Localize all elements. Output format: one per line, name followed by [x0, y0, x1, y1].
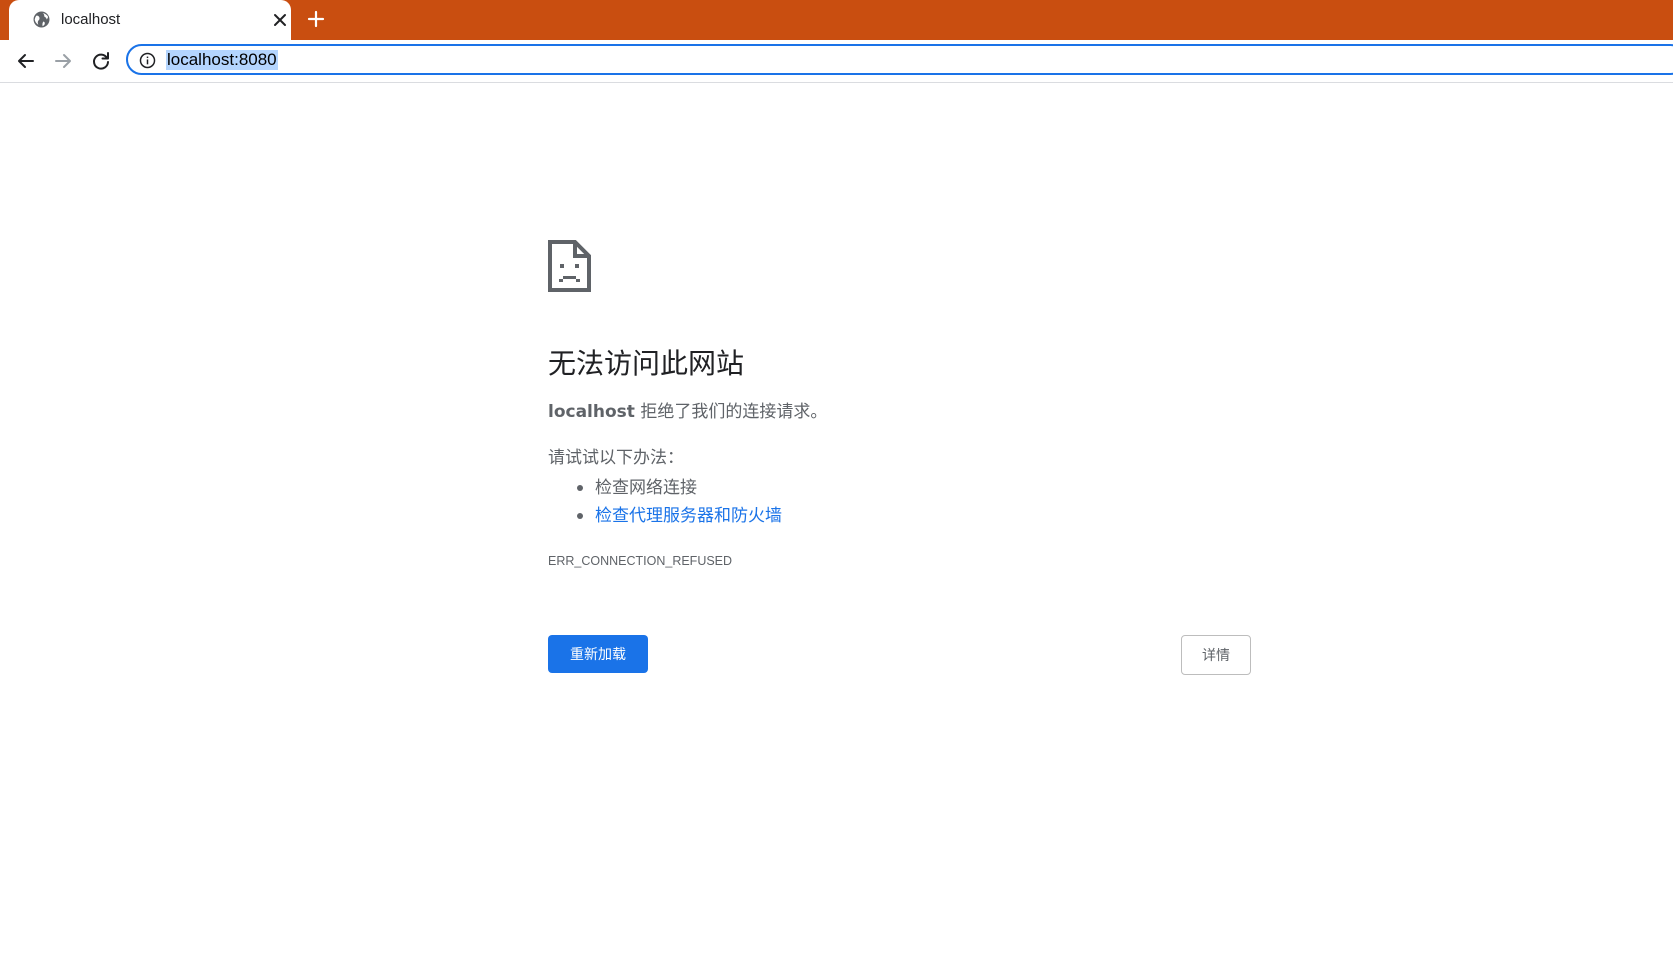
reload-button[interactable]: 重新加载	[548, 635, 648, 673]
error-heading: 无法访问此网站	[548, 347, 745, 380]
suggestion-check-proxy-link[interactable]: 检查代理服务器和防火墙	[595, 506, 782, 526]
suggestions-list: 检查网络连接 检查代理服务器和防火墙	[548, 474, 782, 530]
plus-icon[interactable]	[305, 8, 327, 30]
reload-icon[interactable]	[89, 49, 113, 73]
tab-strip: localhost	[0, 0, 1673, 40]
browser-toolbar: localhost:8080	[0, 40, 1673, 83]
details-button[interactable]: 详情	[1181, 635, 1251, 675]
tab-title: localhost	[61, 11, 121, 28]
bullet-icon	[577, 485, 583, 491]
close-icon[interactable]	[271, 11, 289, 29]
url-text[interactable]: localhost:8080	[166, 50, 278, 70]
list-item: 检查网络连接	[548, 474, 782, 502]
globe-icon	[33, 11, 50, 28]
suggestions-label: 请试试以下办法：	[548, 448, 684, 468]
list-item: 检查代理服务器和防火墙	[548, 502, 782, 530]
tab-localhost[interactable]: localhost	[9, 0, 291, 40]
bullet-icon	[577, 513, 583, 519]
forward-arrow-icon[interactable]	[51, 49, 75, 73]
suggestion-check-network: 检查网络连接	[595, 478, 697, 498]
sad-page-icon	[548, 240, 591, 292]
info-icon[interactable]	[139, 52, 156, 69]
error-host: localhost	[548, 402, 635, 422]
error-code: ERR_CONNECTION_REFUSED	[548, 554, 733, 568]
address-bar[interactable]: localhost:8080	[126, 44, 1673, 75]
error-description: localhost 拒绝了我们的连接请求。	[548, 400, 827, 424]
error-description-text: 拒绝了我们的连接请求。	[640, 402, 828, 422]
back-arrow-icon[interactable]	[14, 49, 38, 73]
